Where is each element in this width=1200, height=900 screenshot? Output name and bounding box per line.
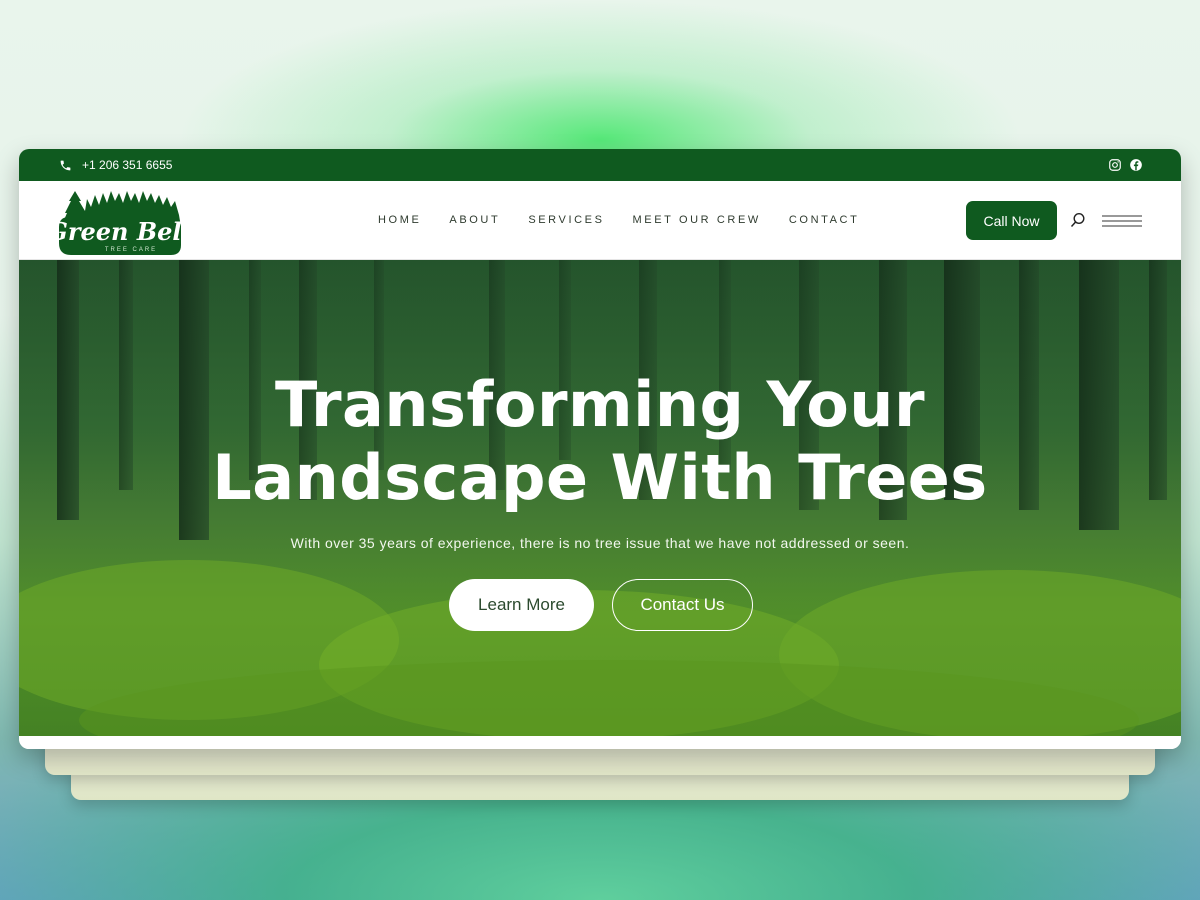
website-window: +1 206 351 6655 Green Belt TREE CARE HOM… [19, 149, 1181, 749]
site-header: Green Belt TREE CARE HOME ABOUT SERVICES… [19, 181, 1181, 260]
svg-text:TREE CARE: TREE CARE [105, 247, 157, 253]
nav-meet-our-crew[interactable]: MEET OUR CREW [633, 214, 761, 226]
nav-services[interactable]: SERVICES [528, 214, 604, 226]
phone-number[interactable]: +1 206 351 6655 [82, 158, 172, 172]
hero-title-line1: Transforming Your [274, 368, 926, 441]
main-nav: HOME ABOUT SERVICES MEET OUR CREW CONTAC… [378, 214, 887, 226]
green-belt-logo[interactable]: Green Belt TREE CARE [57, 187, 183, 257]
hero-title: Transforming Your Landscape With Trees [19, 368, 1181, 514]
facebook-icon[interactable] [1129, 158, 1143, 172]
instagram-icon[interactable] [1108, 158, 1122, 172]
contact-us-button[interactable]: Contact Us [612, 579, 753, 631]
call-now-button[interactable]: Call Now [966, 201, 1057, 240]
hamburger-menu-icon[interactable] [1102, 214, 1142, 228]
hero-title-line2: Landscape With Trees [212, 441, 988, 514]
social-links [1108, 158, 1143, 172]
phone-contact[interactable]: +1 206 351 6655 [59, 158, 172, 172]
top-bar: +1 206 351 6655 [19, 149, 1181, 181]
nav-contact[interactable]: CONTACT [789, 214, 860, 226]
phone-icon [60, 160, 71, 170]
nav-about[interactable]: ABOUT [449, 214, 500, 226]
next-section-peek [19, 736, 1181, 749]
search-icon[interactable] [1070, 212, 1086, 228]
hero-subtitle: With over 35 years of experience, there … [290, 535, 910, 551]
nav-home[interactable]: HOME [378, 214, 421, 226]
hero-section: Transforming Your Landscape With Trees W… [19, 260, 1181, 736]
learn-more-button[interactable]: Learn More [449, 579, 594, 631]
svg-text:Green Belt: Green Belt [57, 217, 183, 246]
